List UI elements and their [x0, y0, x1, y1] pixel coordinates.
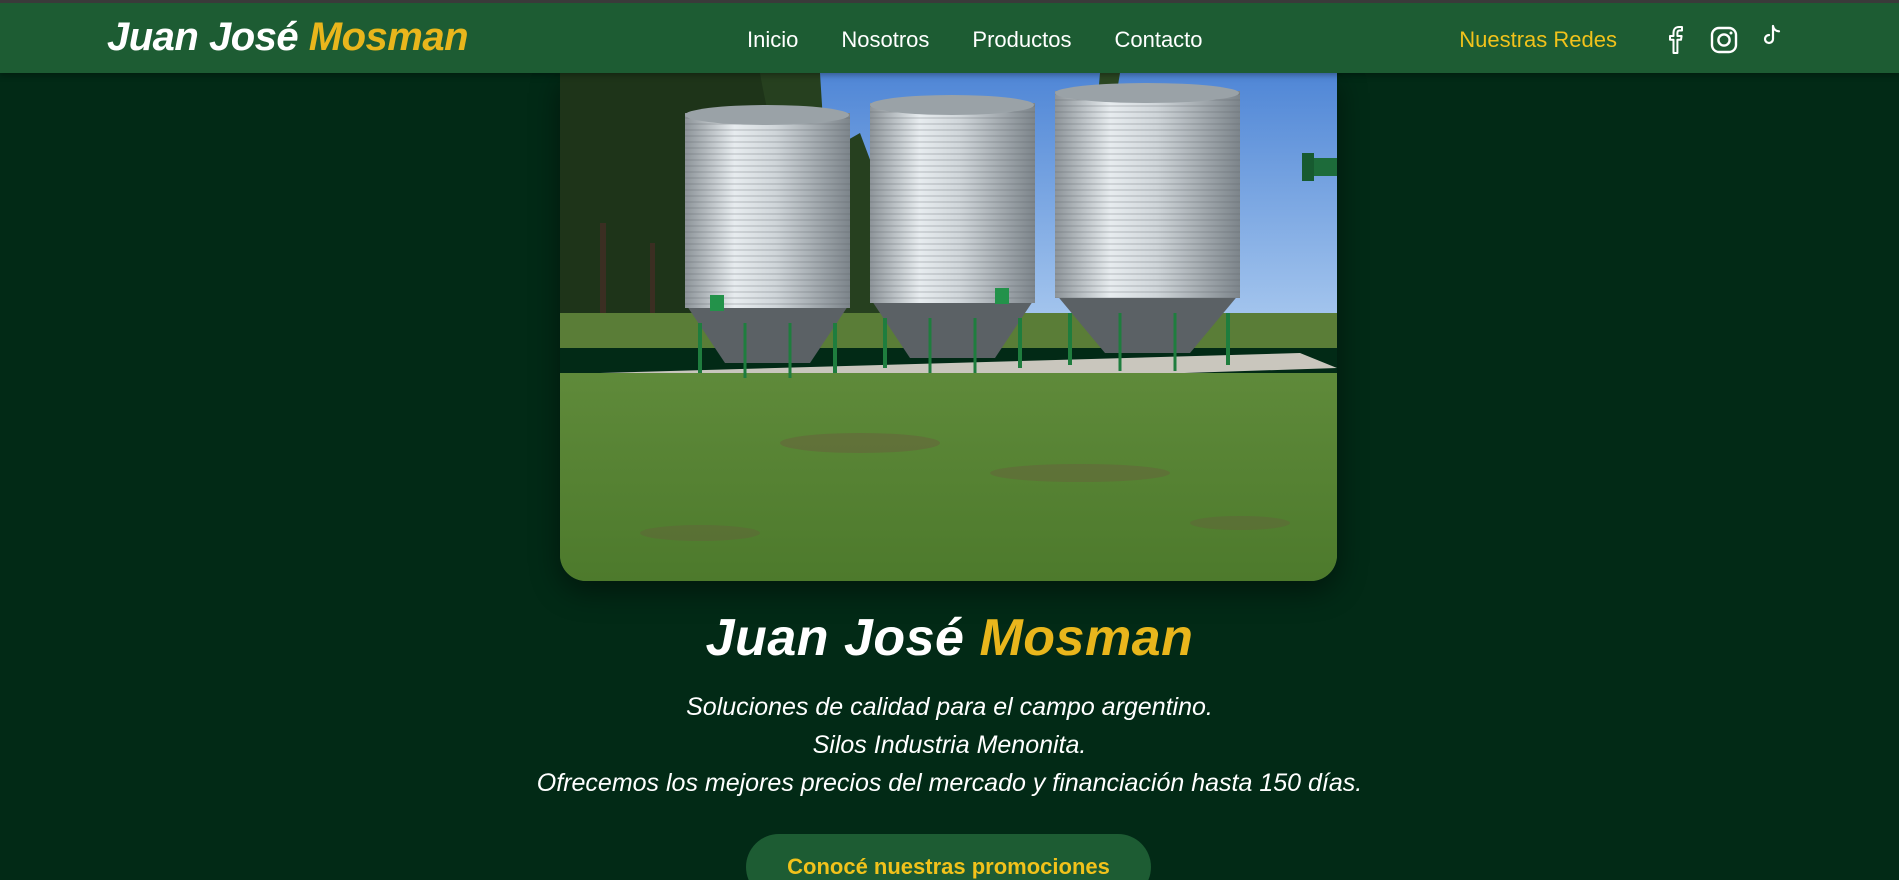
- hero-title: Juan José Mosman: [0, 608, 1899, 668]
- brand-first-name: Juan José: [107, 15, 299, 59]
- nav-link-productos[interactable]: Productos: [972, 27, 1071, 53]
- main-nav: Inicio Nosotros Productos Contacto: [747, 3, 1203, 76]
- tiktok-icon[interactable]: [1757, 24, 1787, 55]
- facebook-icon[interactable]: [1661, 25, 1691, 55]
- nav-link-contacto[interactable]: Contacto: [1114, 27, 1202, 53]
- promotions-button[interactable]: Conocé nuestras promociones: [746, 834, 1151, 880]
- hero-tagline: Soluciones de calidad para el campo arge…: [686, 693, 1213, 721]
- hero-title-first: Juan José: [705, 609, 965, 667]
- socials-label: Nuestras Redes: [1459, 26, 1617, 52]
- brand-last-name: Mosman: [308, 15, 469, 59]
- instagram-icon[interactable]: [1709, 25, 1739, 55]
- hero-offer-line: Ofrecemos los mejores precios del mercad…: [536, 769, 1363, 797]
- hero-brand-line: Silos Industria Menonita.: [812, 731, 1087, 759]
- silos-illustration: [560, 73, 1337, 581]
- nav-link-inicio[interactable]: Inicio: [747, 27, 798, 53]
- social-links: Nuestras Redes: [1459, 3, 1787, 76]
- silos-photo: [560, 73, 1337, 581]
- navbar: Juan José Mosman Inicio Nosotros Product…: [0, 0, 1899, 73]
- nav-link-nosotros[interactable]: Nosotros: [841, 27, 929, 53]
- brand-logo[interactable]: Juan José Mosman: [107, 15, 469, 60]
- hero-title-last: Mosman: [979, 609, 1194, 667]
